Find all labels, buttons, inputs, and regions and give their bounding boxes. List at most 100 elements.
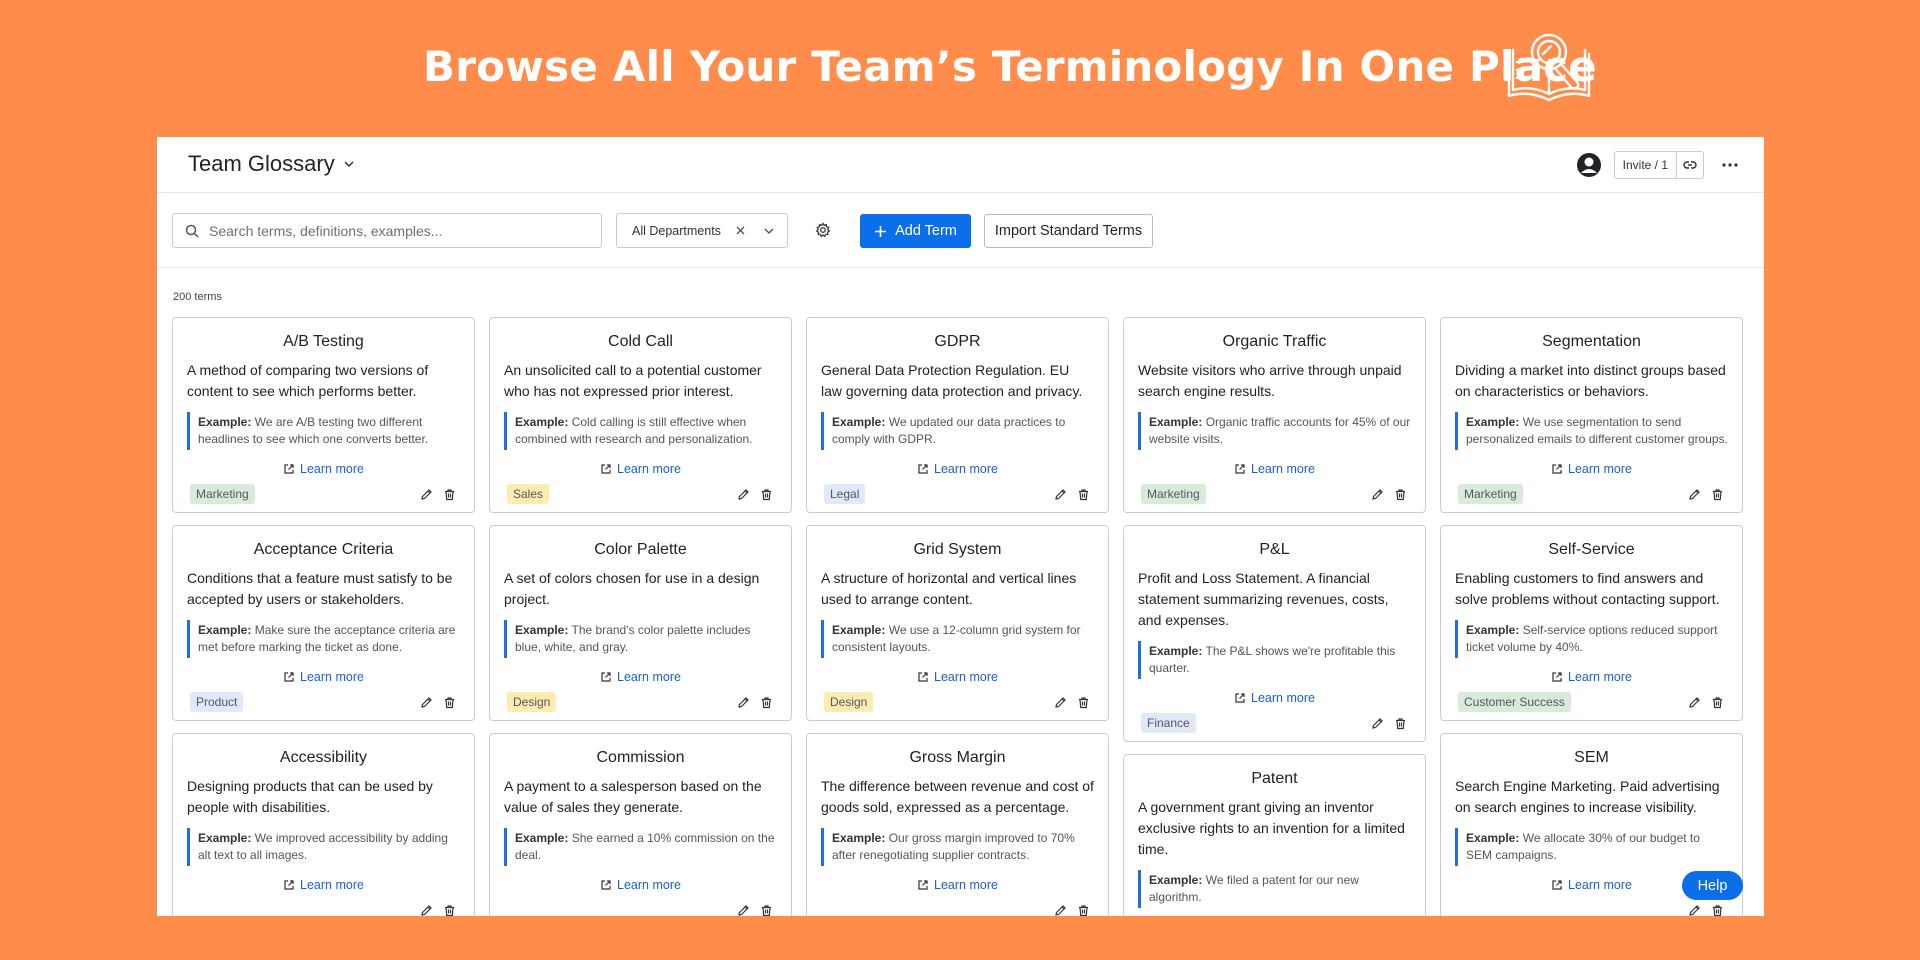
delete-icon[interactable] <box>443 488 456 501</box>
term-card: Cold Call An unsolicited call to a potent… <box>489 317 792 513</box>
card-tools <box>420 696 456 709</box>
card-footer: Design <box>821 690 1094 720</box>
example-prefix: Example: <box>1149 644 1203 658</box>
delete-icon[interactable] <box>1394 717 1407 730</box>
user-avatar-icon[interactable] <box>1576 152 1602 178</box>
learn-more-link[interactable]: Learn more <box>187 878 460 892</box>
department-select[interactable]: All Departments <box>616 213 788 248</box>
delete-icon[interactable] <box>760 904 773 916</box>
delete-icon[interactable] <box>1711 696 1724 709</box>
example-prefix: Example: <box>515 415 569 429</box>
book-magnifier-icon <box>1507 33 1591 102</box>
delete-icon[interactable] <box>1711 488 1724 501</box>
card-footer <box>187 898 460 916</box>
learn-more-label: Learn more <box>1568 670 1632 684</box>
card-footer: Product <box>187 690 460 720</box>
edit-icon[interactable] <box>737 696 750 709</box>
card-tools <box>1688 904 1724 916</box>
card-footer: Marketing <box>1455 482 1728 512</box>
card-footer <box>821 898 1094 916</box>
edit-icon[interactable] <box>737 488 750 501</box>
edit-icon[interactable] <box>1688 696 1701 709</box>
external-link-icon <box>1235 464 1245 474</box>
clear-icon[interactable] <box>734 224 747 237</box>
learn-more-link[interactable]: Learn more <box>504 462 777 476</box>
edit-icon[interactable] <box>1054 904 1067 916</box>
invite-button[interactable]: Invite / 1 <box>1615 152 1677 178</box>
term-title: Organic Traffic <box>1222 333 1327 350</box>
learn-more-link[interactable]: Learn more <box>1138 462 1411 476</box>
delete-icon[interactable] <box>1077 488 1090 501</box>
edit-icon[interactable] <box>420 904 433 916</box>
learn-more-link[interactable]: Learn more <box>187 462 460 476</box>
example-prefix: Example: <box>1466 623 1520 637</box>
chevron-down-icon <box>764 228 774 234</box>
term-card: Self-Service Enabling customers to find a… <box>1440 525 1743 721</box>
copy-link-button[interactable] <box>1677 152 1703 178</box>
edit-icon[interactable] <box>1688 488 1701 501</box>
learn-more-link[interactable]: Learn more <box>821 462 1094 476</box>
edit-icon[interactable] <box>1054 696 1067 709</box>
external-link-icon <box>284 880 294 890</box>
delete-icon[interactable] <box>443 904 456 916</box>
learn-more-link[interactable]: Learn more <box>1455 670 1728 684</box>
term-card: P&L Profit and Loss Statement. A financia… <box>1123 525 1426 742</box>
example-prefix: Example: <box>198 831 252 845</box>
promo-banner: Browse All Your Team’s Terminology In On… <box>0 0 1920 136</box>
learn-more-link[interactable]: Learn more <box>504 878 777 892</box>
learn-more-link[interactable]: Learn more <box>821 670 1094 684</box>
import-standard-terms-button[interactable]: Import Standard Terms <box>984 214 1153 248</box>
delete-icon[interactable] <box>1711 904 1724 916</box>
delete-icon[interactable] <box>760 488 773 501</box>
card-footer: Marketing <box>1138 482 1411 512</box>
term-card: Segmentation Dividing a market into disti… <box>1440 317 1743 513</box>
term-title: Cold Call <box>608 333 673 350</box>
external-link-icon <box>918 672 928 682</box>
delete-icon[interactable] <box>1077 904 1090 916</box>
term-card: Commission A payment to a salesperson bas… <box>489 733 792 916</box>
learn-more-label: Learn more <box>1568 462 1632 476</box>
glossary-switcher[interactable]: Team Glossary <box>188 151 355 177</box>
learn-more-label: Learn more <box>300 878 364 892</box>
example-prefix: Example: <box>515 623 569 637</box>
edit-icon[interactable] <box>1054 488 1067 501</box>
learn-more-link[interactable]: Learn more <box>821 878 1094 892</box>
card-footer <box>1455 898 1728 916</box>
edit-icon[interactable] <box>1371 717 1384 730</box>
edit-icon[interactable] <box>1371 488 1384 501</box>
term-definition: Search Engine Marketing. Paid advertisin… <box>1455 778 1720 815</box>
edit-icon[interactable] <box>420 696 433 709</box>
learn-more-link[interactable]: Learn more <box>504 670 777 684</box>
external-link-icon <box>1552 672 1562 682</box>
delete-icon[interactable] <box>760 696 773 709</box>
search-icon <box>185 224 199 238</box>
learn-more-link[interactable]: Learn more <box>1455 462 1728 476</box>
external-link-icon <box>1552 880 1562 890</box>
term-example: Example: She earned a 10% commission on … <box>504 828 777 866</box>
card-footer: Customer Success <box>1455 690 1728 720</box>
search-input[interactable] <box>209 222 589 239</box>
term-title: Segmentation <box>1542 333 1641 350</box>
app-header: Team Glossary Invite / 1 <box>157 137 1764 193</box>
delete-icon[interactable] <box>1394 488 1407 501</box>
page-title: Team Glossary <box>188 151 335 176</box>
learn-more-link[interactable]: Learn more <box>1138 691 1411 705</box>
card-tools <box>737 696 773 709</box>
learn-more-link[interactable]: Learn more <box>187 670 460 684</box>
gear-icon[interactable] <box>815 222 831 238</box>
term-example: Example: We are A/B testing two differen… <box>187 412 460 450</box>
more-options-button[interactable] <box>1716 151 1744 179</box>
edit-icon[interactable] <box>737 904 750 916</box>
add-term-button[interactable]: Add Term <box>860 214 971 248</box>
edit-icon[interactable] <box>1688 904 1701 916</box>
learn-more-label: Learn more <box>617 462 681 476</box>
example-prefix: Example: <box>1466 415 1520 429</box>
delete-icon[interactable] <box>443 696 456 709</box>
card-footer: Design <box>504 690 777 720</box>
external-link-icon <box>284 464 294 474</box>
edit-icon[interactable] <box>420 488 433 501</box>
delete-icon[interactable] <box>1077 696 1090 709</box>
department-tag: Design <box>824 692 874 712</box>
card-tools <box>1371 717 1407 730</box>
help-button[interactable]: Help <box>1682 871 1743 900</box>
